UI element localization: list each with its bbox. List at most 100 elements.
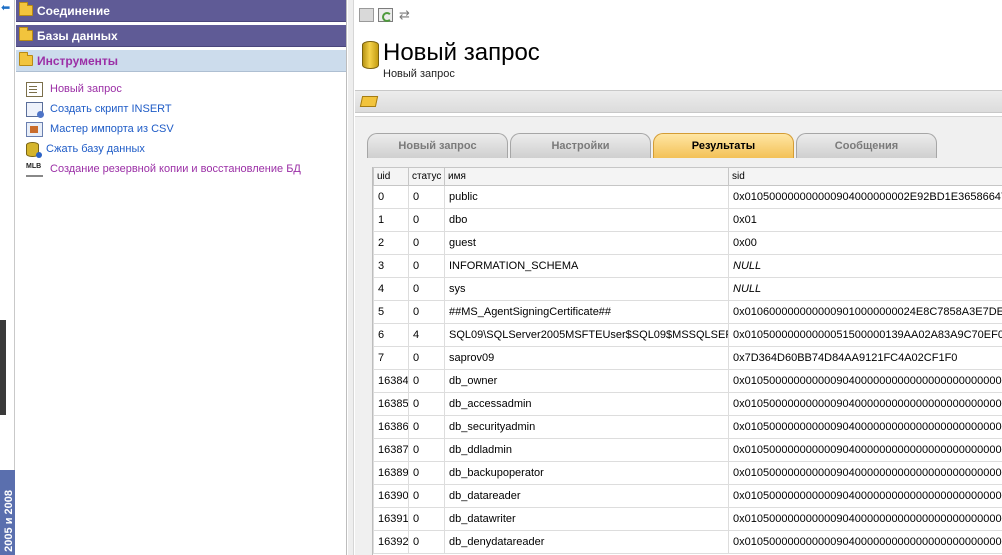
tab-results[interactable]: Результаты: [653, 133, 794, 158]
table-cell-name[interactable]: db_datareader: [444, 484, 729, 508]
table-row[interactable]: 16391 0 db_datawriter 0x0105000000000009040…: [373, 507, 1002, 531]
table-row[interactable]: 16390 0 db_datareader 0x0105000000000009040…: [373, 484, 1002, 508]
table-cell-uid[interactable]: 16387: [373, 438, 409, 462]
table-cell-uid[interactable]: 16390: [373, 484, 409, 508]
table-cell-name[interactable]: guest: [444, 231, 729, 255]
tool-insert-script[interactable]: Создать скрипт INSERT: [16, 99, 346, 119]
table-cell-uid[interactable]: 6: [373, 323, 409, 347]
table-cell-name[interactable]: sys: [444, 277, 729, 301]
table-cell-name[interactable]: db_datawriter: [444, 507, 729, 531]
tool-backup-restore[interactable]: MLB Создание резервной копии и восстанов…: [16, 159, 346, 179]
tool-label[interactable]: Сжать базу данных: [46, 143, 145, 155]
table-cell-uid[interactable]: 2: [373, 231, 409, 255]
section-databases[interactable]: Базы данных: [16, 25, 346, 47]
tool-label[interactable]: Мастер импорта из CSV: [50, 123, 174, 135]
table-cell-name[interactable]: db_accessadmin: [444, 392, 729, 416]
table-cell-status[interactable]: 0: [408, 300, 445, 324]
tool-csv-import[interactable]: Мастер импорта из CSV: [16, 119, 346, 139]
table-cell-sid[interactable]: 0x01: [728, 208, 1002, 232]
table-cell-sid[interactable]: 0x01050000000000090400000000000000000000…: [728, 369, 1002, 393]
table-cell-name[interactable]: public: [444, 185, 729, 209]
table-row[interactable]: 4 0 sys NULL: [373, 277, 1002, 301]
table-cell-status[interactable]: 0: [408, 208, 445, 232]
save-icon[interactable]: [359, 7, 374, 22]
tab-settings[interactable]: Настройки: [510, 133, 651, 158]
tool-new-query[interactable]: Новый запрос: [16, 79, 346, 99]
table-row[interactable]: 16392 0 db_denydatareader 0x010500000000000…: [373, 530, 1002, 554]
table-row[interactable]: 2 0 guest 0x00: [373, 231, 1002, 255]
table-cell-uid[interactable]: 3: [373, 254, 409, 278]
column-header-status[interactable]: статус: [408, 167, 445, 186]
tool-label[interactable]: Новый запрос: [50, 83, 122, 95]
table-cell-name[interactable]: dbo: [444, 208, 729, 232]
refresh-icon[interactable]: [378, 7, 393, 22]
table-row[interactable]: 16387 0 db_ddladmin 0x010500000000000904000…: [373, 438, 1002, 462]
table-cell-status[interactable]: 4: [408, 323, 445, 347]
table-cell-status[interactable]: 0: [408, 277, 445, 301]
table-row[interactable]: 16385 0 db_accessadmin 0x010500000000000904…: [373, 392, 1002, 416]
table-cell-sid[interactable]: 0x010500000000000904000000002E92BD1E3658…: [728, 185, 1002, 209]
column-header-uid[interactable]: uid: [373, 167, 409, 186]
table-cell-status[interactable]: 0: [408, 185, 445, 209]
table-cell-status[interactable]: 0: [408, 231, 445, 255]
table-row[interactable]: 7 0 saprov09 0x7D364D60BB74D84AA9121FC4A02C…: [373, 346, 1002, 370]
table-cell-status[interactable]: 0: [408, 254, 445, 278]
table-row[interactable]: 0 0 public 0x010500000000000904000000002E92…: [373, 185, 1002, 209]
table-cell-sid[interactable]: 0x01050000000000090400000000000000000000…: [728, 392, 1002, 416]
table-cell-sid[interactable]: 0x01050000000000051500000139AA02A83A9C70…: [728, 323, 1002, 347]
table-cell-status[interactable]: 0: [408, 346, 445, 370]
table-cell-uid[interactable]: 16392: [373, 530, 409, 554]
table-cell-status[interactable]: 0: [408, 392, 445, 416]
table-cell-status[interactable]: 0: [408, 415, 445, 439]
table-row[interactable]: 16386 0 db_securityadmin 0x0105000000000009…: [373, 415, 1002, 439]
table-cell-sid[interactable]: 0x00: [728, 231, 1002, 255]
table-cell-sid[interactable]: 0x01050000000000090400000000000000000000…: [728, 484, 1002, 508]
table-cell-uid[interactable]: 16386: [373, 415, 409, 439]
tool-label[interactable]: Создание резервной копии и восстановлени…: [50, 163, 301, 175]
table-cell-name[interactable]: db_backupoperator: [444, 461, 729, 485]
table-cell-sid[interactable]: NULL: [728, 277, 1002, 301]
table-cell-name[interactable]: SQL09\SQLServer2005MSFTEUser$SQL09$MSSQL…: [444, 323, 729, 347]
splitter[interactable]: [348, 0, 354, 555]
table-cell-sid[interactable]: 0x0106000000000009010000000024E8C7858A3E…: [728, 300, 1002, 324]
tool-shrink-database[interactable]: Сжать базу данных: [16, 139, 346, 159]
table-cell-status[interactable]: 0: [408, 438, 445, 462]
table-row[interactable]: 3 0 INFORMATION_SCHEMA NULL: [373, 254, 1002, 278]
back-arrow-icon[interactable]: ⬅: [1, 3, 13, 14]
table-cell-sid[interactable]: 0x01050000000000090400000000000000000000…: [728, 507, 1002, 531]
table-cell-status[interactable]: 0: [408, 507, 445, 531]
table-cell-uid[interactable]: 16391: [373, 507, 409, 531]
section-tools[interactable]: Инструменты: [16, 50, 346, 72]
table-cell-uid[interactable]: 16384: [373, 369, 409, 393]
table-cell-uid[interactable]: 16389: [373, 461, 409, 485]
table-cell-sid[interactable]: 0x01050000000000090400000000000000000000…: [728, 438, 1002, 462]
swap-icon[interactable]: ⇄: [397, 7, 412, 22]
table-cell-sid[interactable]: NULL: [728, 254, 1002, 278]
table-cell-name[interactable]: db_owner: [444, 369, 729, 393]
table-cell-uid[interactable]: 0: [373, 185, 409, 209]
table-cell-sid[interactable]: 0x01050000000000090400000000000000000000…: [728, 415, 1002, 439]
table-row[interactable]: 1 0 dbo 0x01: [373, 208, 1002, 232]
tab-messages[interactable]: Сообщения: [796, 133, 937, 158]
section-connection[interactable]: Соединение: [16, 0, 346, 22]
table-cell-name[interactable]: db_securityadmin: [444, 415, 729, 439]
tab-new-query[interactable]: Новый запрос: [367, 133, 508, 158]
table-cell-name[interactable]: saprov09: [444, 346, 729, 370]
table-cell-uid[interactable]: 16385: [373, 392, 409, 416]
table-cell-status[interactable]: 0: [408, 484, 445, 508]
open-folder-icon[interactable]: [359, 96, 379, 107]
table-cell-uid[interactable]: 4: [373, 277, 409, 301]
table-cell-name[interactable]: ##MS_AgentSigningCertificate##: [444, 300, 729, 324]
table-row[interactable]: 16389 0 db_backupoperator 0x010500000000000…: [373, 461, 1002, 485]
table-cell-name[interactable]: db_ddladmin: [444, 438, 729, 462]
table-cell-status[interactable]: 0: [408, 461, 445, 485]
column-header-sid[interactable]: sid: [728, 167, 1002, 186]
table-cell-name[interactable]: INFORMATION_SCHEMA: [444, 254, 729, 278]
table-cell-uid[interactable]: 1: [373, 208, 409, 232]
table-cell-name[interactable]: db_denydatareader: [444, 530, 729, 554]
table-cell-sid[interactable]: 0x01050000000000090400000000000000000000…: [728, 461, 1002, 485]
table-row[interactable]: 6 4 SQL09\SQLServer2005MSFTEUser$SQL09$MSS…: [373, 323, 1002, 347]
table-cell-status[interactable]: 0: [408, 530, 445, 554]
table-cell-status[interactable]: 0: [408, 369, 445, 393]
table-cell-sid[interactable]: 0x01050000000000090400000000000000000000…: [728, 530, 1002, 554]
